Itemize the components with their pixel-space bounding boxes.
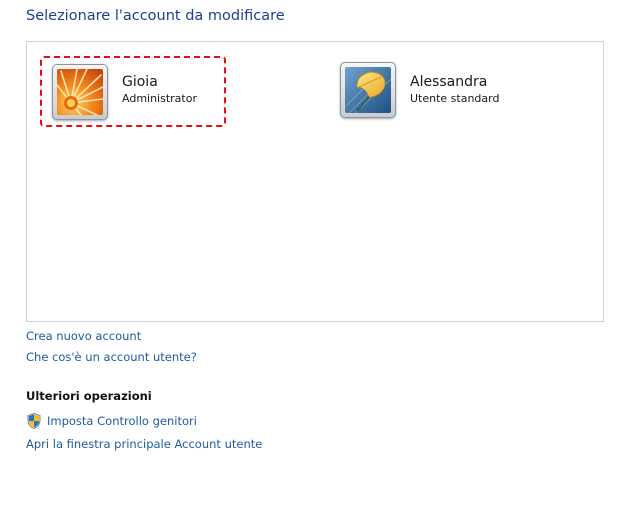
account-tile-alessandra[interactable]: Alessandra Utente standard [340,62,520,124]
account-tile-gioia[interactable]: Gioia Administrator [40,56,226,127]
account-name: Gioia [122,74,158,90]
account-name: Alessandra [410,74,488,90]
parental-controls-link[interactable]: Imposta Controllo genitori [47,414,197,428]
account-role: Utente standard [410,92,500,105]
what-is-account-link[interactable]: Che cos'è un account utente? [26,350,197,364]
create-account-link[interactable]: Crea nuovo account [26,329,141,343]
flower-icon [57,69,103,115]
uac-shield-icon [27,413,41,429]
page-title: Selezionare l'account da modificare [26,8,285,24]
open-user-accounts-link[interactable]: Apri la finestra principale Account uten… [26,437,262,451]
account-avatar [52,64,108,120]
more-operations-heading: Ulteriori operazioni [26,389,152,403]
leaf-icon [345,67,391,113]
account-role: Administrator [122,92,197,105]
accounts-panel: Gioia Administrator Alessandra Utente st… [26,41,604,322]
account-avatar [340,62,396,118]
